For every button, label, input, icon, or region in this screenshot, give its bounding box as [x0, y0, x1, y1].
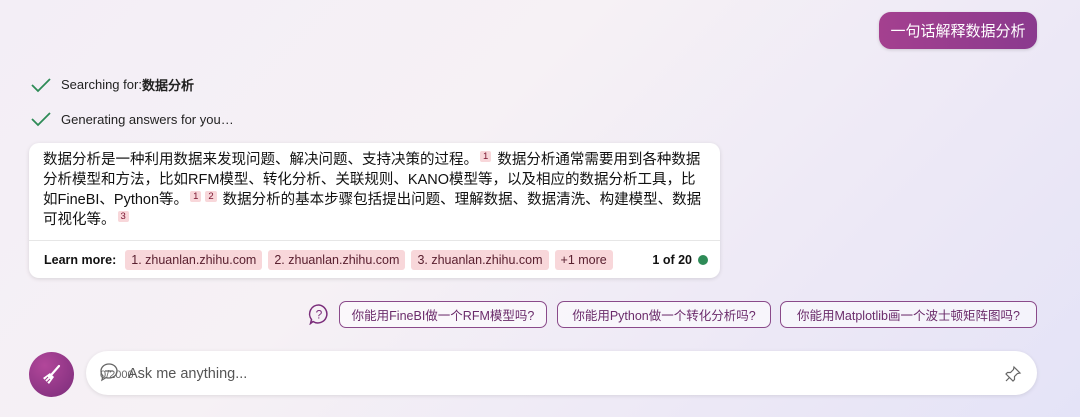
learn-more-label: Learn more: [44, 253, 117, 267]
searching-term: 数据分析 [141, 78, 194, 93]
suggestion-chip-3[interactable]: 你能用Matplotlib画一个波士顿矩阵图吗? [780, 301, 1037, 328]
citation-2[interactable]: 2 [205, 191, 217, 202]
user-message-text: 一句话解释数据分析 [890, 23, 1026, 40]
answer-card: 数据分析是一种利用数据来发现问题、解决问题、支持决策的过程。 1 数据分析通常需要… [29, 143, 720, 278]
source-link-1[interactable]: 1. zhuanlan.zhihu.com [125, 250, 263, 270]
chat-input-box[interactable]: 0/2000 [86, 351, 1037, 395]
question-bubble-icon: ? [308, 304, 328, 325]
check-icon [31, 77, 51, 92]
searching-prefix: Searching for: [61, 77, 142, 92]
pin-icon[interactable] [1004, 365, 1022, 383]
response-counter: 1 of 20 [652, 253, 692, 267]
suggestion-chip-2[interactable]: 你能用Python做一个转化分析吗? [557, 301, 771, 328]
new-topic-button[interactable] [29, 352, 74, 397]
more-sources-button[interactable]: +1 more [554, 250, 613, 270]
status-searching: Searching for: 数据分析 [30, 75, 194, 94]
broom-icon [42, 364, 60, 384]
status-generating: Generating answers for you… [30, 111, 234, 127]
citation-3[interactable]: 3 [117, 211, 129, 222]
check-icon [31, 112, 51, 127]
status-dot [698, 255, 708, 265]
citation-1[interactable]: 1 [190, 191, 202, 202]
user-message-bubble: 一句话解释数据分析 [879, 12, 1037, 49]
source-link-3[interactable]: 3. zhuanlan.zhihu.com [411, 250, 549, 270]
chat-input[interactable] [126, 361, 990, 387]
generating-text: Generating answers for you… [61, 111, 234, 127]
card-divider [29, 240, 720, 241]
source-link-2[interactable]: 2. zhuanlan.zhihu.com [268, 250, 406, 270]
svg-text:?: ? [316, 308, 323, 322]
citation-1[interactable]: 1 [480, 151, 492, 162]
answer-text: 数据分析是一种利用数据来发现问题、解决问题、支持决策的过程。 1 数据分析通常需要… [43, 150, 708, 230]
learn-more-row: Learn more: 1. zhuanlan.zhihu.com 2. zhu… [44, 249, 708, 271]
answer-sentence-1: 数据分析是一种利用数据来发现问题、解决问题、支持决策的过程。 [43, 152, 478, 168]
suggestion-chip-1[interactable]: 你能用FineBI做一个RFM模型吗? [339, 301, 547, 328]
